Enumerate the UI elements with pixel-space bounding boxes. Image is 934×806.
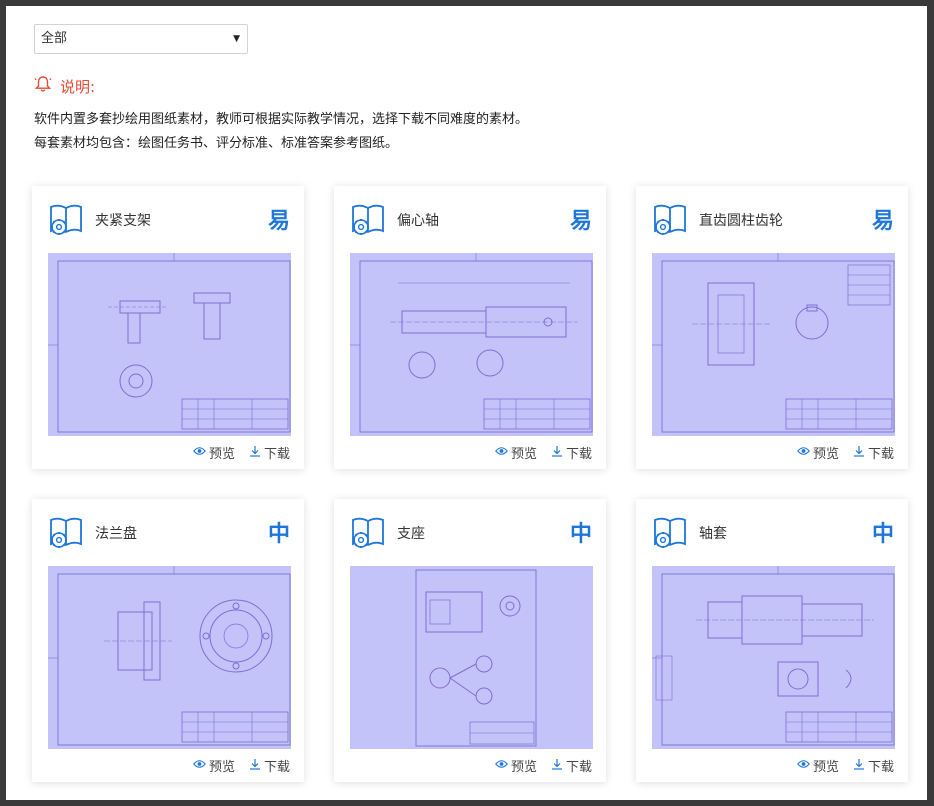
book-gear-icon — [652, 514, 688, 550]
material-card: 偏心轴 易 预览 下载 — [334, 186, 606, 469]
drawing-thumbnail[interactable] — [350, 566, 593, 749]
drawing-thumbnail[interactable] — [48, 566, 291, 749]
eye-icon — [495, 445, 508, 460]
eye-icon — [495, 758, 508, 773]
download-button[interactable]: 下载 — [551, 443, 592, 462]
download-button[interactable]: 下载 — [853, 756, 894, 775]
notice-line-1: 软件内置多套抄绘用图纸素材，教师可根据实际教学情况，选择下载不同难度的素材。 — [34, 112, 529, 127]
card-actions: 预览 下载 — [797, 756, 894, 775]
card-title: 直齿圆柱齿轮 — [699, 213, 783, 229]
filter-selected-value: 全部 — [41, 31, 68, 46]
download-button[interactable]: 下载 — [853, 443, 894, 462]
triangle-down-icon: ▼ — [233, 34, 240, 44]
bell-icon — [34, 75, 52, 97]
download-label: 下载 — [867, 760, 894, 775]
download-button[interactable]: 下载 — [249, 443, 290, 462]
card-title: 偏心轴 — [397, 213, 439, 229]
preview-button[interactable]: 预览 — [193, 443, 235, 462]
difficulty-filter-select[interactable]: 全部 ▼ — [34, 24, 248, 54]
book-gear-icon — [350, 201, 386, 237]
drawing-thumbnail[interactable] — [48, 253, 291, 436]
preview-label: 预览 — [510, 760, 537, 775]
download-button[interactable]: 下载 — [249, 756, 290, 775]
difficulty-badge: 中 — [267, 522, 290, 547]
download-icon — [551, 445, 563, 461]
download-label: 下载 — [263, 447, 290, 462]
difficulty-badge: 中 — [569, 522, 592, 547]
drawing-thumbnail[interactable] — [350, 253, 593, 436]
preview-button[interactable]: 预览 — [797, 443, 839, 462]
preview-button[interactable]: 预览 — [193, 756, 235, 775]
download-label: 下载 — [565, 447, 592, 462]
download-icon — [249, 758, 261, 774]
material-card: 支座 中 预览 下载 — [334, 499, 606, 782]
material-card: 夹紧支架 易 预览 下载 — [32, 186, 304, 469]
drawing-thumbnail[interactable] — [652, 566, 895, 749]
card-title: 夹紧支架 — [95, 213, 151, 229]
download-label: 下载 — [565, 760, 592, 775]
preview-label: 预览 — [812, 760, 839, 775]
card-title: 支座 — [397, 526, 425, 542]
preview-button[interactable]: 预览 — [797, 756, 839, 775]
card-actions: 预览 下载 — [495, 756, 592, 775]
book-gear-icon — [350, 514, 386, 550]
drawing-thumbnail[interactable] — [652, 253, 895, 436]
notice-line-2: 每套素材均包含：绘图任务书、评分标准、标准答案参考图纸。 — [34, 136, 399, 151]
download-label: 下载 — [867, 447, 894, 462]
material-card: 轴套 中 预览 下载 — [636, 499, 908, 782]
eye-icon — [797, 445, 810, 460]
preview-label: 预览 — [510, 447, 537, 462]
card-title: 轴套 — [699, 526, 727, 542]
preview-button[interactable]: 预览 — [495, 443, 537, 462]
notice-header: 说明: — [34, 74, 95, 98]
card-actions: 预览 下载 — [193, 443, 290, 462]
card-actions: 预览 下载 — [797, 443, 894, 462]
preview-label: 预览 — [812, 447, 839, 462]
eye-icon — [797, 758, 810, 773]
book-gear-icon — [652, 201, 688, 237]
card-title: 法兰盘 — [95, 526, 137, 542]
card-actions: 预览 下载 — [193, 756, 290, 775]
preview-label: 预览 — [208, 447, 235, 462]
notice-title: 说明: — [60, 77, 96, 96]
book-gear-icon — [48, 514, 84, 550]
download-icon — [551, 758, 563, 774]
eye-icon — [193, 758, 206, 773]
difficulty-badge: 易 — [871, 209, 894, 234]
download-button[interactable]: 下载 — [551, 756, 592, 775]
download-icon — [853, 758, 865, 774]
material-card: 直齿圆柱齿轮 易 预览 下载 — [636, 186, 908, 469]
difficulty-badge: 中 — [871, 522, 894, 547]
download-label: 下载 — [263, 760, 290, 775]
preview-label: 预览 — [208, 760, 235, 775]
card-actions: 预览 下载 — [495, 443, 592, 462]
book-gear-icon — [48, 201, 84, 237]
difficulty-badge: 易 — [569, 209, 592, 234]
difficulty-badge: 易 — [267, 209, 290, 234]
page: 全部 ▼ 说明: 软件内置多套抄绘用图纸素材，教师可根据实际教学情况，选择下载不… — [6, 6, 927, 800]
preview-button[interactable]: 预览 — [495, 756, 537, 775]
download-icon — [853, 445, 865, 461]
material-card: 法兰盘 中 预览 下载 — [32, 499, 304, 782]
eye-icon — [193, 445, 206, 460]
download-icon — [249, 445, 261, 461]
